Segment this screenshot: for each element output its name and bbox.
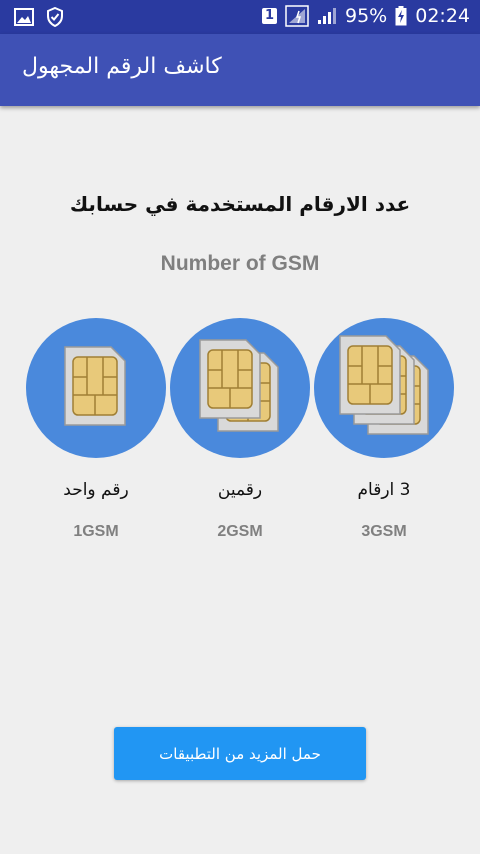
shield-check-icon (47, 7, 63, 27)
image-icon (14, 8, 34, 26)
sim-cards-icon (339, 335, 429, 435)
option-code: 1GSM (73, 523, 119, 540)
option-1gsm[interactable]: رقم واحد 1GSM (24, 318, 168, 548)
option-3gsm[interactable]: 3 ارقام 3GSM (312, 318, 456, 548)
sim-slot-badge: 1 (261, 8, 277, 24)
page-heading: عدد الارقام المستخدمة في حسابك (69, 192, 411, 216)
sim-card-icon (64, 346, 126, 426)
option-label: رقم واحد (63, 480, 129, 500)
option-code: 3GSM (361, 523, 407, 540)
battery-percent: 95% (345, 5, 388, 27)
sim-signal-icon (285, 5, 309, 27)
option-2gsm[interactable]: رقمين 2GSM (168, 318, 312, 548)
signal-icon (318, 8, 336, 24)
app-bar: كاشف الرقم المجهول (0, 34, 480, 106)
sim-circle (170, 318, 310, 458)
app-title: كاشف الرقم المجهول (22, 54, 222, 79)
option-label: رقمين (217, 480, 263, 500)
battery-charging-icon (395, 6, 407, 26)
sim-cards-icon (199, 339, 279, 432)
option-code: 2GSM (217, 523, 263, 540)
sim-circle (314, 318, 454, 458)
more-apps-button[interactable]: حمل المزيد من التطبيقات (114, 727, 366, 780)
clock: 02:24 (415, 5, 470, 27)
sim-circle (26, 318, 166, 458)
option-label: 3 ارقام (357, 480, 411, 500)
status-bar: 1 95% 02:24 (0, 0, 480, 34)
page-subheading: Number of GSM (160, 252, 320, 275)
